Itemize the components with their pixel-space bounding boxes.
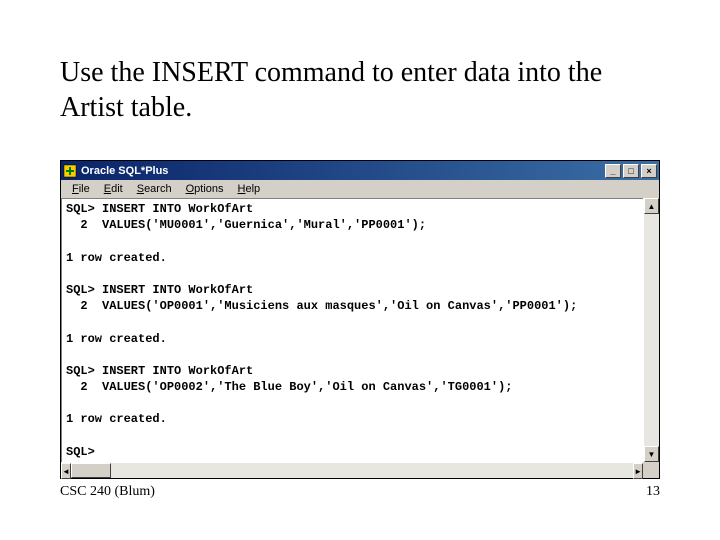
menu-options[interactable]: Options — [179, 182, 231, 196]
scroll-up-button[interactable]: ▲ — [644, 198, 659, 214]
minimize-button[interactable]: _ — [605, 164, 621, 178]
menu-file[interactable]: File — [65, 182, 97, 196]
menubar: File Edit Search Options Help — [61, 180, 659, 198]
scroll-thumb-horizontal[interactable] — [71, 463, 111, 478]
content-area: SQL> INSERT INTO WorkOfArt 2 VALUES('MU0… — [61, 198, 659, 462]
sqlplus-window: Oracle SQL*Plus _ □ × File Edit Search O… — [60, 160, 660, 479]
window-title: Oracle SQL*Plus — [81, 165, 603, 177]
app-icon — [63, 164, 77, 178]
titlebar[interactable]: Oracle SQL*Plus _ □ × — [61, 161, 659, 180]
scroll-left-button[interactable]: ◄ — [61, 463, 71, 479]
scroll-track-vertical[interactable] — [644, 214, 659, 446]
menu-edit[interactable]: Edit — [97, 182, 130, 196]
close-button[interactable]: × — [641, 164, 657, 178]
menu-search[interactable]: Search — [130, 182, 179, 196]
terminal-output[interactable]: SQL> INSERT INTO WorkOfArt 2 VALUES('MU0… — [61, 198, 643, 462]
menu-help[interactable]: Help — [231, 182, 268, 196]
scroll-down-button[interactable]: ▼ — [644, 446, 659, 462]
horizontal-scrollbar[interactable]: ◄ ► — [61, 462, 643, 478]
scroll-right-button[interactable]: ► — [633, 463, 643, 479]
slide-title: Use the INSERT command to enter data int… — [60, 55, 660, 125]
scroll-track-horizontal[interactable] — [111, 463, 633, 478]
scrollbar-corner — [643, 462, 659, 478]
horizontal-scrollbar-row: ◄ ► — [61, 462, 659, 478]
maximize-button[interactable]: □ — [623, 164, 639, 178]
vertical-scrollbar[interactable]: ▲ ▼ — [643, 198, 659, 462]
footer-course: CSC 240 (Blum) — [60, 484, 155, 500]
footer-page-number: 13 — [646, 484, 660, 500]
